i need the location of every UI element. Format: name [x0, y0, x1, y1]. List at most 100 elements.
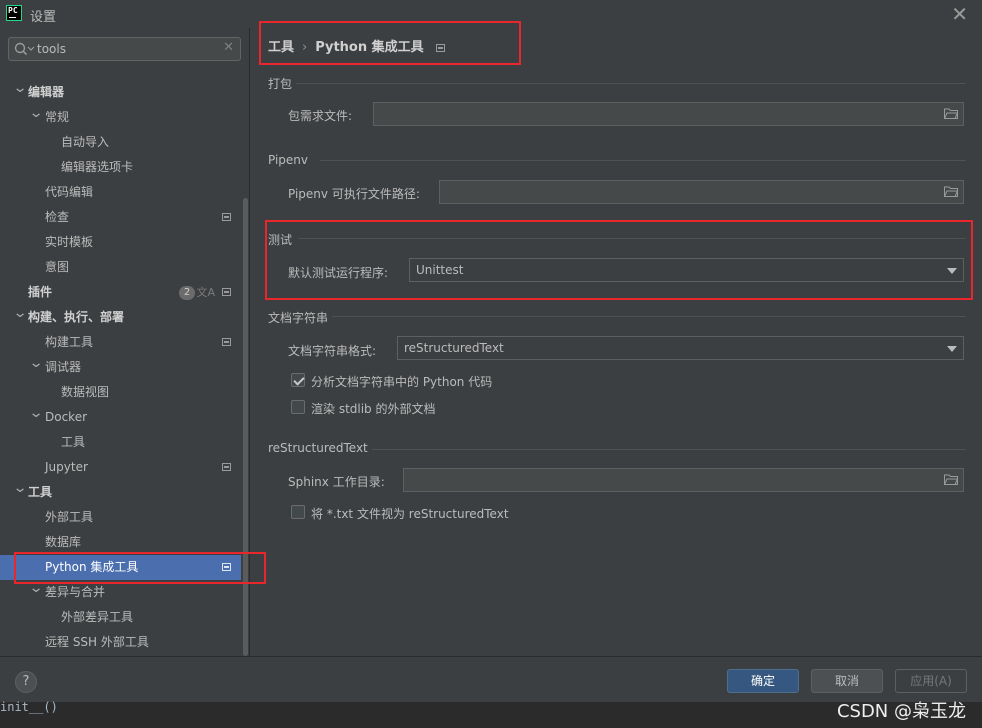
sidebar-item[interactable]: 数据库 [0, 530, 241, 555]
sidebar-item[interactable]: ⌄ 常规 [0, 105, 241, 130]
project-level-icon [222, 563, 231, 571]
sidebar-item[interactable]: 远程 SSH 外部工具 [0, 630, 241, 655]
chevron-down-icon[interactable]: ⌄ [13, 301, 28, 326]
render-stdlib-docs-label[interactable]: 渲染 stdlib 的外部文档 [311, 400, 436, 417]
default-test-runner-select[interactable]: Unittest [409, 258, 964, 282]
background-code-text: init__() [0, 700, 58, 714]
treat-txt-as-rst-checkbox[interactable] [291, 505, 305, 519]
pipenv-path-field[interactable] [439, 180, 964, 204]
sidebar-item[interactable]: Jupyter [0, 455, 241, 480]
treat-txt-as-rst-label[interactable]: 将 *.txt 文件视为 reStructuredText [311, 505, 509, 522]
watermark-text: CSDN @枭玉龙 [836, 701, 966, 722]
sidebar-item[interactable]: 编辑器选项卡 [0, 155, 241, 180]
sidebar-item-label: 代码编辑 [45, 185, 94, 199]
sidebar-item-label: 工具 [28, 485, 53, 499]
breadcrumb-separator: › [302, 40, 308, 55]
pipenv-path-label: Pipenv 可执行文件路径: [288, 187, 420, 201]
breadcrumb: 工具 › Python 集成工具 [268, 36, 445, 55]
breadcrumb-root[interactable]: 工具 [268, 40, 294, 55]
dropdown-arrow-icon [947, 268, 957, 274]
title-bar: PC 设置 ✕ [0, 0, 982, 28]
sidebar-item[interactable]: ⌄ 调试器 [0, 355, 241, 380]
section-divider [320, 160, 966, 161]
sidebar-item[interactable]: 检查 [0, 205, 241, 230]
sidebar-item[interactable]: ⌄ 构建、执行、部署 [0, 305, 241, 330]
project-level-icon [222, 213, 231, 221]
close-icon[interactable]: ✕ [951, 2, 968, 26]
section-title-pipenv: Pipenv [268, 153, 309, 167]
chevron-down-icon[interactable]: ⌄ [29, 101, 44, 126]
sidebar-item-label: 远程 SSH 外部工具 [45, 635, 149, 649]
docstring-format-value: reStructuredText [404, 341, 504, 355]
project-level-icon [222, 463, 231, 471]
search-input[interactable] [37, 41, 217, 57]
section-divider [296, 83, 966, 84]
dropdown-arrow-icon [947, 346, 957, 352]
sidebar-item-label: 意图 [45, 260, 70, 274]
section-title-restructuredtext: reStructuredText [268, 441, 368, 455]
section-divider [298, 238, 966, 239]
chevron-down-icon[interactable]: ⌄ [29, 351, 44, 376]
analyze-python-code-checkbox[interactable] [291, 373, 305, 387]
project-level-icon [222, 338, 231, 346]
sidebar-item-label: 编辑器选项卡 [61, 160, 134, 174]
sidebar-item-label: Python 集成工具 [45, 560, 139, 574]
sidebar-item[interactable]: ⌄ 差异与合并 [0, 580, 241, 605]
sidebar-item[interactable]: 外部工具 [0, 505, 241, 530]
sidebar-item-label: 调试器 [45, 360, 82, 374]
sidebar-item[interactable]: ⌄ Docker [0, 405, 241, 430]
clear-search-icon[interactable]: ✕ [223, 40, 234, 55]
apply-button[interactable]: 应用(A) [895, 669, 967, 693]
sidebar-item-label: 外部差异工具 [61, 610, 134, 624]
render-stdlib-docs-checkbox[interactable] [291, 400, 305, 414]
pycharm-logo-icon: PC [6, 5, 22, 21]
default-test-runner-value: Unittest [416, 263, 464, 277]
cancel-button[interactable]: 取消 [811, 669, 883, 693]
chevron-down-icon[interactable]: ⌄ [13, 76, 28, 101]
section-title-testing: 测试 [268, 233, 293, 247]
settings-sidebar: ✕ ⌄编辑器⌄常规自动导入编辑器选项卡代码编辑检查实时模板意图插件2文A⌄构建、… [0, 28, 249, 656]
sidebar-item[interactable]: 意图 [0, 255, 241, 280]
chevron-down-icon[interactable]: ⌄ [29, 401, 44, 426]
docstring-format-select[interactable]: reStructuredText [397, 336, 964, 360]
sidebar-item[interactable]: 插件 2 文A [0, 280, 241, 305]
sidebar-item[interactable]: 外部差异工具 [0, 605, 241, 630]
requirements-file-field[interactable] [373, 102, 964, 126]
section-divider [332, 316, 966, 317]
sidebar-item-label: 插件 [28, 285, 53, 299]
sidebar-item-label: Jupyter [45, 460, 88, 474]
sphinx-working-dir-field[interactable] [403, 468, 964, 492]
ok-button[interactable]: 确定 [727, 669, 799, 693]
sidebar-item[interactable]: 自动导入 [0, 130, 241, 155]
update-count-badge: 2 [179, 286, 195, 300]
sidebar-item[interactable]: 实时模板 [0, 230, 241, 255]
window-title: 设置 [30, 10, 57, 25]
sidebar-item-label: 外部工具 [45, 510, 94, 524]
dialog-footer: ? 确定 取消 应用(A) [0, 656, 982, 702]
settings-content-panel: 工具 › Python 集成工具 打包 包需求文件: Pipenv Pipenv 可… [249, 28, 982, 656]
chevron-down-icon[interactable]: ⌄ [13, 476, 28, 501]
docstring-format-label: 文档字符串格式: [288, 344, 377, 358]
folder-icon[interactable] [944, 474, 958, 485]
section-title-docstrings: 文档字符串 [268, 311, 329, 325]
section-divider [372, 449, 966, 450]
settings-search-box[interactable]: ✕ [8, 37, 241, 61]
sidebar-item-label: 数据库 [45, 535, 82, 549]
help-button[interactable]: ? [15, 671, 37, 693]
analyze-python-code-label[interactable]: 分析文档字符串中的 Python 代码 [311, 373, 492, 390]
sidebar-item-label: 差异与合并 [45, 585, 106, 599]
default-test-runner-label: 默认测试运行程序: [288, 266, 389, 280]
sidebar-item[interactable]: ⌄ 工具 [0, 480, 241, 505]
folder-icon[interactable] [944, 108, 958, 119]
breadcrumb-current: Python 集成工具 [315, 40, 424, 55]
folder-icon[interactable] [944, 186, 958, 197]
sidebar-item[interactable]: 工具 [0, 430, 241, 455]
sidebar-scrollbar-thumb[interactable] [243, 198, 248, 656]
sidebar-item-label: Docker [45, 410, 88, 424]
sphinx-working-dir-label: Sphinx 工作目录: [288, 475, 385, 489]
chevron-down-icon[interactable]: ⌄ [29, 576, 44, 601]
sidebar-item-label: 自动导入 [61, 135, 110, 149]
sidebar-item[interactable]: 代码编辑 [0, 180, 241, 205]
sidebar-item-label: 检查 [45, 210, 70, 224]
sidebar-item-label: 工具 [61, 435, 86, 449]
